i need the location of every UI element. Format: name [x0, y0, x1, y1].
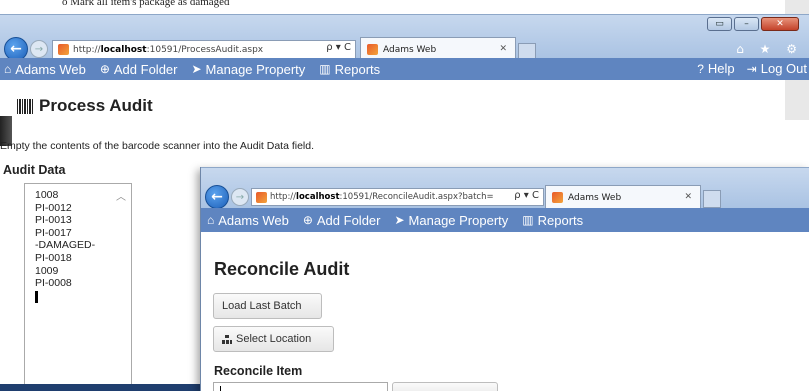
nav-manage-property[interactable]: ➤ Manage Property: [191, 62, 305, 77]
back-button[interactable]: ←: [205, 185, 229, 209]
audit-line: PI-0018: [35, 251, 72, 264]
home-icon: ⌂: [4, 62, 12, 76]
nav-add-folder[interactable]: ⊕ Add Folder: [100, 62, 178, 77]
window-controls: ▭ – ✕: [707, 17, 799, 31]
front-browser-window: ← → http://localhost:10591/ReconcileAudi…: [200, 167, 809, 391]
app-navbar: ⌂ Adams Web ⊕ Add Folder ➤ Manage Property …: [0, 58, 809, 80]
nav-manage-property-label: Manage Property: [205, 61, 306, 77]
audit-line: PI-0017: [35, 226, 72, 239]
scroll-up-arrow-icon[interactable]: ︿: [116, 192, 126, 205]
nav-help[interactable]: ? Help: [697, 61, 734, 76]
nav-reports-label: Reports: [334, 61, 381, 77]
sitemap-icon: [222, 334, 232, 344]
tab-favicon-icon: [552, 192, 563, 203]
arrow-left-icon: ←: [10, 41, 22, 57]
chart-icon: ▥: [522, 213, 534, 227]
tag-icon: ➤: [394, 213, 405, 227]
nav-add-folder-label: Add Folder: [113, 61, 178, 77]
nav-help-label: Help: [707, 61, 735, 76]
address-host: localhost: [100, 44, 147, 55]
load-last-batch-button[interactable]: Load Last Batch: [213, 293, 322, 319]
barcode-icon: [17, 98, 33, 114]
address-prefix: http://: [73, 44, 101, 55]
address-prefix: http://: [270, 192, 297, 202]
arrow-right-icon: →: [34, 43, 44, 55]
plus-circle-icon: ⊕: [302, 213, 313, 227]
nav-manage-property-label: Manage Property: [408, 212, 509, 228]
minimize-button[interactable]: –: [734, 17, 759, 31]
close-window-button[interactable]: ✕: [761, 17, 799, 31]
address-tools[interactable]: ρ ▾ C: [514, 190, 539, 201]
tag-icon: ➤: [191, 62, 202, 76]
audit-line: PI-0013: [35, 214, 72, 227]
nav-home-label: Adams Web: [15, 61, 86, 77]
tab-favicon-icon: [367, 44, 378, 55]
select-location-button[interactable]: Select Location: [213, 326, 334, 352]
address-bar[interactable]: http://localhost:10591/ProcessAudit.aspx…: [52, 40, 356, 59]
nav-add-folder[interactable]: ⊕ Add Folder: [303, 213, 381, 228]
nav-add-folder-label: Add Folder: [316, 212, 381, 228]
load-last-batch-label: Load Last Batch: [222, 300, 302, 312]
nav-home[interactable]: ⌂ Adams Web: [207, 213, 289, 228]
nav-manage-property[interactable]: ➤ Manage Property: [394, 213, 508, 228]
address-tools[interactable]: ρ ▾ C: [326, 42, 351, 53]
nav-home-label: Adams Web: [218, 212, 289, 228]
audit-data-label: Audit Data: [3, 163, 66, 177]
document-strip: o Mark all item's package as damaged: [0, 0, 809, 14]
browser-tab[interactable]: Adams Web ✕: [545, 185, 701, 209]
plus-circle-icon: ⊕: [99, 62, 110, 76]
browser-toolbar-icons[interactable]: ⌂ ★ ⚙: [736, 42, 803, 56]
home-icon: ⌂: [207, 213, 215, 227]
question-icon: ?: [697, 61, 704, 76]
tab-close-icon[interactable]: ✕: [499, 44, 507, 54]
app-navbar-front: ⌂ Adams Web ⊕ Add Folder ➤ Manage Property …: [201, 208, 809, 232]
restore-button[interactable]: ▭: [707, 17, 732, 31]
forward-button[interactable]: →: [231, 188, 249, 206]
arrow-left-icon: ←: [211, 189, 223, 205]
browser-chrome-front: ← → http://localhost:10591/ReconcileAudi…: [201, 167, 809, 209]
audit-line: -DAMAGED-: [35, 239, 96, 252]
logout-icon: ⇥: [746, 61, 757, 76]
nav-logout[interactable]: ⇥ Log Out: [747, 61, 807, 76]
address-path: :10591/ReconcileAudit.aspx?batch=: [339, 192, 494, 202]
text-cursor: [35, 290, 38, 303]
chart-icon: ▥: [319, 62, 331, 76]
nav-logout-label: Log Out: [760, 61, 807, 76]
page-title: Reconcile Audit: [214, 259, 350, 279]
address-bar[interactable]: http://localhost:10591/ReconcileAudit.as…: [251, 188, 544, 206]
instructions-text: Empty the contents of the barcode scanne…: [0, 140, 315, 152]
nav-reports-label: Reports: [537, 212, 584, 228]
nav-reports[interactable]: ▥ Reports: [319, 62, 380, 77]
reconcile-item-input[interactable]: [213, 382, 388, 391]
reconcile-item-button[interactable]: [392, 382, 498, 391]
browser-chrome: ▭ – ✕ ← → http://localhost:10591/Process…: [0, 14, 809, 61]
taskbar-edge: [0, 384, 200, 391]
tab-close-icon[interactable]: ✕: [684, 192, 692, 202]
site-favicon-icon: [256, 192, 267, 203]
new-tab-button[interactable]: [703, 190, 721, 208]
forward-button[interactable]: →: [30, 40, 48, 58]
audit-line: 1009: [35, 264, 59, 277]
select-location-label: Select Location: [236, 333, 312, 345]
page-title-text: Process Audit: [39, 96, 153, 115]
audit-line: PI-0008: [35, 277, 72, 290]
reconcile-item-label: Reconcile Item: [214, 364, 303, 378]
site-favicon-icon: [58, 44, 69, 55]
nav-home[interactable]: ⌂ Adams Web: [4, 62, 86, 77]
audit-data-field[interactable]: 1008 PI-0012 PI-0013 PI-0017 -DAMAGED- P…: [24, 183, 132, 391]
tab-title: Adams Web: [383, 44, 437, 55]
tab-title: Adams Web: [568, 192, 622, 203]
document-text-line: o Mark all item's package as damaged: [62, 0, 230, 8]
address-path: :10591/ProcessAudit.aspx: [146, 44, 264, 55]
page-title: Process Audit: [17, 96, 153, 116]
nav-reports[interactable]: ▥ Reports: [522, 213, 583, 228]
address-host: localhost: [296, 192, 340, 202]
arrow-right-icon: →: [235, 191, 245, 203]
